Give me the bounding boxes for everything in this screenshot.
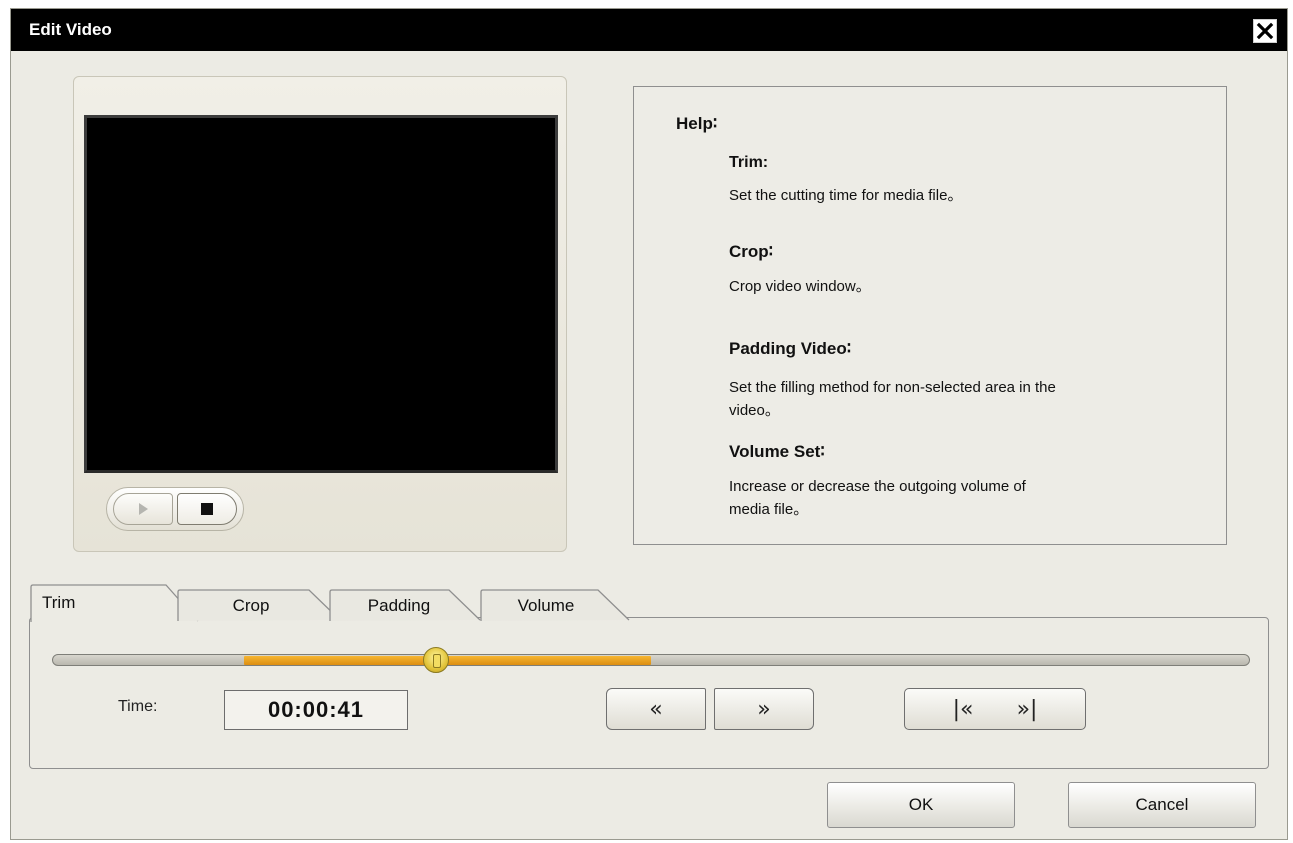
play-button[interactable] xyxy=(113,493,173,525)
help-volume-title: Volume Set∶ xyxy=(729,442,825,461)
stop-button[interactable] xyxy=(177,493,237,525)
help-padding-text-line1: Set the filling method for non-selected … xyxy=(729,379,1056,396)
tab-volume[interactable]: Volume xyxy=(480,584,650,622)
trim-slider-track[interactable] xyxy=(52,647,1250,673)
tab-padding-label: Padding xyxy=(367,596,431,615)
help-panel: Help∶ Trim: Set the cutting time for med… xyxy=(633,86,1227,545)
help-heading: Help∶ xyxy=(676,114,718,133)
help-trim-text: Set the cutting time for media file。 xyxy=(729,187,963,204)
tab-trim[interactable]: Trim xyxy=(30,584,200,622)
window-title: Edit Video xyxy=(29,20,112,39)
playhead-handle[interactable] xyxy=(423,647,449,673)
help-volume-text-line2: media file。 xyxy=(729,501,809,518)
cancel-button[interactable]: Cancel xyxy=(1068,782,1256,828)
help-volume-text-line1: Increase or decrease the outgoing volume… xyxy=(729,478,1026,495)
jump-to-end-button[interactable]: »| xyxy=(1017,697,1038,722)
video-screen xyxy=(84,115,558,473)
time-field[interactable]: 00:00:41 xyxy=(224,690,408,730)
time-label: Time: xyxy=(118,698,158,715)
help-padding-text-line2: video。 xyxy=(729,402,780,419)
tab-crop-label: Crop xyxy=(232,596,270,615)
title-bar: Edit Video xyxy=(11,9,1287,51)
tab-padding[interactable]: Padding xyxy=(329,584,499,622)
close-icon xyxy=(1256,22,1274,40)
tab-volume-label: Volume xyxy=(517,596,575,615)
stop-icon xyxy=(201,503,213,515)
jump-buttons: |« »| xyxy=(904,688,1086,730)
jump-to-start-button[interactable]: |« xyxy=(953,697,974,722)
help-trim-title: Trim: xyxy=(729,154,769,171)
close-button[interactable] xyxy=(1253,19,1277,43)
step-forward-label: » xyxy=(757,696,771,722)
help-padding-title: Padding Video∶ xyxy=(729,339,852,358)
step-back-label: « xyxy=(649,696,663,722)
help-crop-title: Crop∶ xyxy=(729,242,774,261)
edit-video-dialog: Edit Video Help∶ Trim: Set the cutting t… xyxy=(10,8,1288,840)
player-controls xyxy=(106,487,244,531)
ok-button[interactable]: OK xyxy=(827,782,1015,828)
step-back-button[interactable]: « xyxy=(606,688,706,730)
tab-crop[interactable]: Crop xyxy=(177,584,347,622)
step-forward-button[interactable]: » xyxy=(714,688,814,730)
tab-trim-label: Trim xyxy=(42,593,76,612)
help-crop-text: Crop video window。 xyxy=(729,278,871,295)
video-preview-panel xyxy=(73,76,567,552)
play-icon xyxy=(139,503,148,515)
trim-tab-panel: Time: 00:00:41 « » |« »| xyxy=(29,617,1269,769)
